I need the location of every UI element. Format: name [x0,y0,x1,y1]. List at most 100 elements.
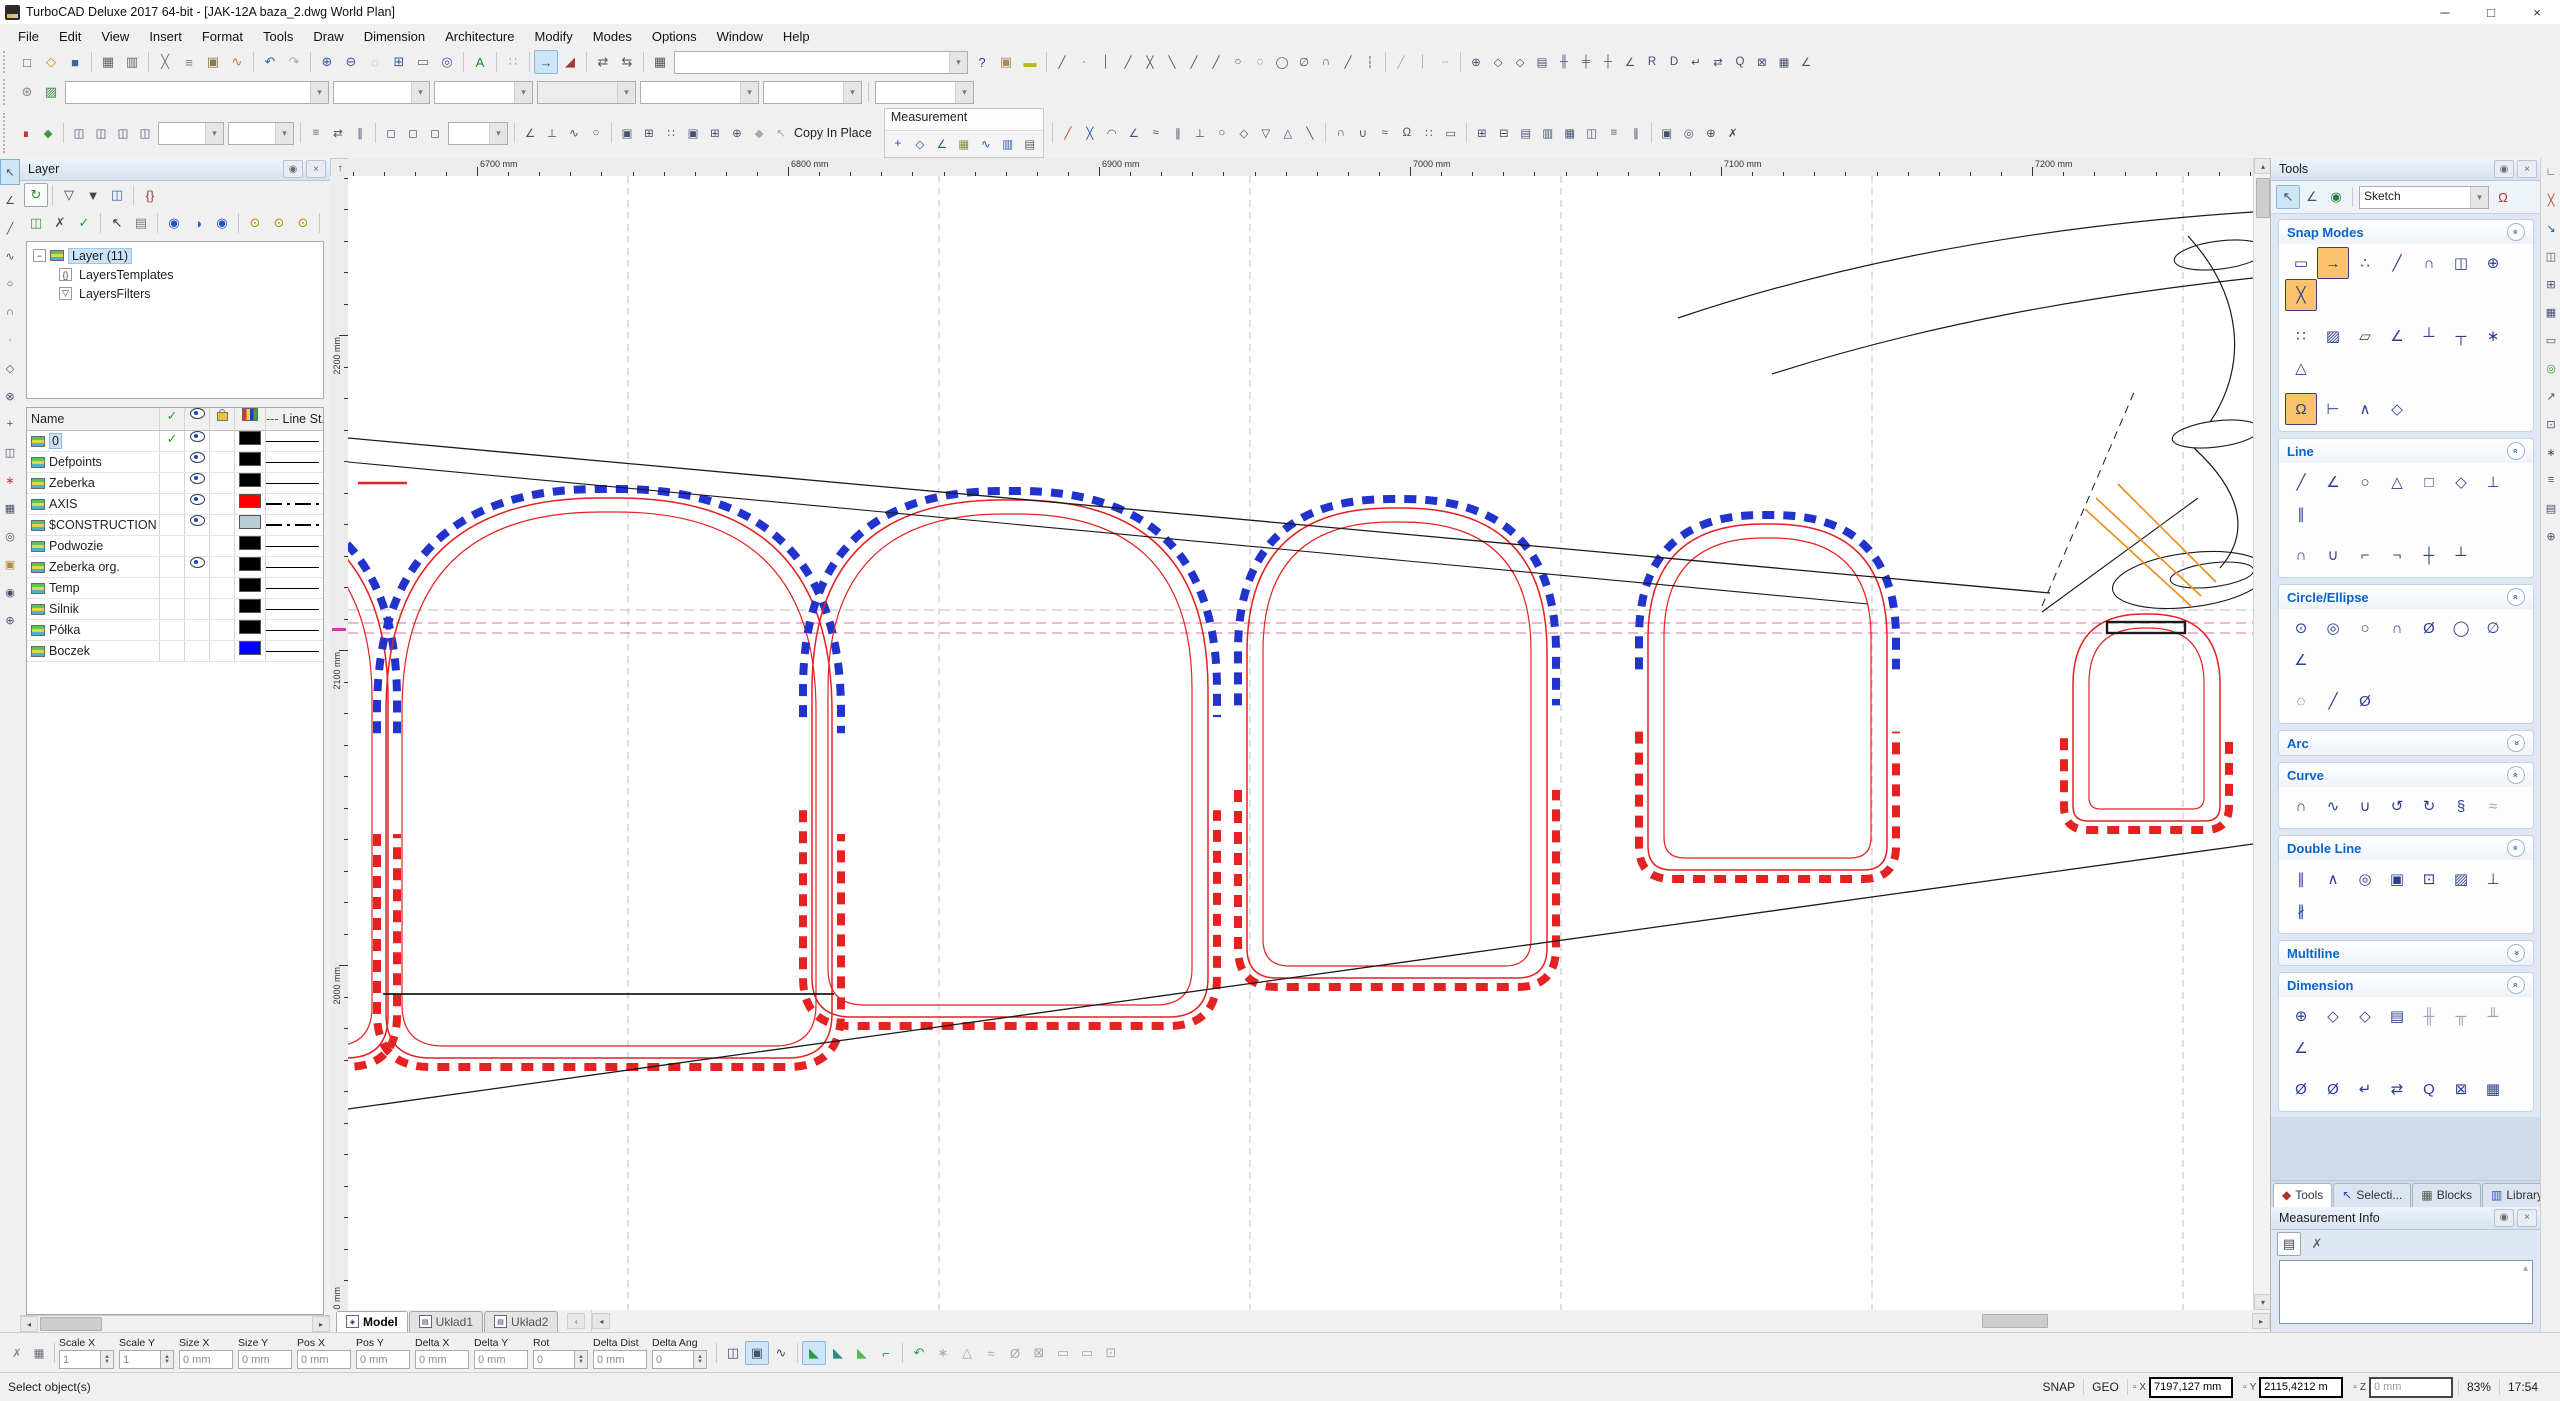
dim-radius-icon[interactable]: R [1641,51,1663,73]
layer-visible-cell[interactable] [185,494,210,514]
d8-icon[interactable]: ⊡ [1099,1341,1123,1365]
tp-select-icon[interactable]: ↖ [2276,185,2300,209]
block-2-icon[interactable]: ◫ [90,122,112,144]
zoom-dynamic-icon[interactable]: ◌ [363,50,387,74]
layer-linestyle-cell[interactable] [266,650,323,652]
scroll-thumb[interactable] [40,1317,102,1331]
dim-datum-icon[interactable]: ▤ [2381,1000,2413,1032]
layer-active-cell[interactable] [160,641,185,661]
edit-perp-icon[interactable]: ⊥ [541,122,563,144]
curve-cloud-icon[interactable]: § [2445,790,2477,822]
layer-name-cell[interactable]: Temp [27,578,160,598]
section-header[interactable]: Line « [2279,439,2533,463]
list-r-icon[interactable]: ≡ [2541,467,2560,493]
line-parallel-icon[interactable]: ∥ [2285,498,2317,530]
combo-box[interactable]: ▾ [763,80,862,104]
pick-arrow-icon[interactable]: ↘ [2541,215,2560,241]
layer-name-cell[interactable]: Zeberka [27,473,160,493]
explode-tool-icon[interactable]: ∗ [0,467,20,493]
measure-area-icon[interactable]: ▦ [953,133,975,155]
polyline-tool-icon[interactable]: ∿ [0,243,20,269]
section-header[interactable]: Curve « [2279,763,2533,787]
layer-color-cell[interactable] [235,599,266,619]
tolerance-tool-icon[interactable]: ⊕ [0,607,20,633]
star-r-icon[interactable]: ∗ [2541,439,2560,465]
pin-icon[interactable]: ◉ [2494,1208,2514,1227]
snap-angular-icon[interactable]: ∧ [2349,393,2381,425]
line-rot-rect-icon[interactable]: ◇ [2445,466,2477,498]
layers-stack-icon[interactable]: ◫ [105,183,129,207]
zoom-green-icon[interactable]: ◎ [2541,355,2560,381]
circle-t-icon[interactable]: ○ [1211,122,1233,144]
circle-tan-line-icon[interactable]: ∠ [2285,644,2317,676]
scroll-left-icon[interactable]: ◂ [20,1316,38,1332]
edit-circle-icon[interactable]: ○ [585,122,607,144]
circle-center-icon[interactable]: ⊙ [2285,612,2317,644]
combo-box[interactable]: Sketch ▾ [2359,185,2489,209]
zoom-window-icon[interactable]: ◎ [435,50,459,74]
canvas-hscrollbar[interactable]: ◂ ▸ [591,1310,2270,1332]
block-4-icon[interactable]: ◫ [134,122,156,144]
tri-down-icon[interactable]: ▽ [1255,122,1277,144]
array-rect-icon[interactable]: ⊞ [638,122,660,144]
layer-color-cell[interactable] [235,641,266,661]
layer-lock-cell[interactable] [210,599,235,619]
d5-icon[interactable]: ⊠ [1027,1341,1051,1365]
pin-icon[interactable]: ◉ [2494,160,2514,178]
magnet-t-icon[interactable]: Ω [1396,122,1418,144]
field-input[interactable]: 1 [119,1350,161,1369]
zoom-out-icon[interactable]: ⊖ [339,50,363,74]
pane-6-icon[interactable]: ◫ [1581,122,1603,144]
dline-circle-icon[interactable]: ◎ [2349,863,2381,895]
align-1-icon[interactable]: ≡ [305,122,327,144]
pick-gray-icon[interactable]: ↖ [770,122,792,144]
snap-seg-icon[interactable]: ╱ [1117,51,1139,73]
layer-active-cell[interactable] [160,599,185,619]
d6-icon[interactable]: ▭ [1051,1341,1075,1365]
layer-template-icon[interactable]: {} [138,183,162,207]
dim-tolerance-icon[interactable]: ⊠ [1751,51,1773,73]
group-2-icon[interactable]: ◻ [402,122,424,144]
dim-edit-icon[interactable]: ∠ [1795,51,1817,73]
chevron-down-icon[interactable]: ▾ [2470,186,2488,208]
layer-color-cell[interactable] [235,452,266,472]
dim-linear-icon[interactable]: ◇ [2317,1000,2349,1032]
layer-active-cell[interactable] [160,494,185,514]
snap-circ3-icon[interactable]: ◯ [1271,51,1293,73]
ellipse-ratio-icon[interactable]: Ø [2349,685,2381,717]
dim-smart-icon[interactable]: ⊕ [1465,51,1487,73]
arc-t2-icon[interactable]: ∪ [1352,122,1374,144]
hide-eye-icon[interactable]: ◑ [186,211,210,235]
dim-frame-icon[interactable]: ▦ [1773,51,1795,73]
assemble-tool-icon[interactable]: ◫ [0,439,20,465]
refresh-layers-icon[interactable]: ↻ [24,183,48,207]
curve-loop2-icon[interactable]: ↻ [2413,790,2445,822]
curve-spline-icon[interactable]: ∿ [2317,790,2349,822]
copy-icon[interactable]: ≡ [177,50,201,74]
layer-color-cell[interactable] [235,536,266,556]
layer-lock-cell[interactable] [210,578,235,598]
tab-układ1[interactable]: ▤ Układ1 [408,1310,484,1332]
send-mail-icon[interactable]: ▬ [1018,50,1042,74]
erase-tool-icon[interactable]: ╳ [2541,187,2560,213]
line-tan-2-icon[interactable]: ∪ [2317,539,2349,571]
snap-l1-icon[interactable]: ╱ [1183,51,1205,73]
d2-icon[interactable]: △ [955,1341,979,1365]
combo-box[interactable]: ▾ [434,80,533,104]
mod-red-icon[interactable]: ∎ [15,122,37,144]
layer-row[interactable]: 0 ✓ [27,431,323,452]
layer-visible-cell[interactable] [185,452,210,472]
line-multi-icon[interactable]: ∠ [2317,466,2349,498]
tab-scroll-left-icon[interactable]: ‹ [567,1313,586,1329]
layer-color-cell[interactable] [235,620,266,640]
mini-vert-icon[interactable]: │ [1412,51,1434,73]
line-perp-icon[interactable]: ⊥ [2477,466,2509,498]
layer-visible-cell[interactable] [185,473,210,493]
sel-handles-icon[interactable]: ◫ [721,1341,745,1365]
new-layer-icon[interactable]: ◫ [24,211,48,235]
dim-rotated-icon[interactable]: ◇ [1509,51,1531,73]
align-3-icon[interactable]: ∥ [349,122,371,144]
layer-visible-cell[interactable] [185,536,210,556]
close-icon[interactable]: × [2517,1208,2537,1227]
field-input[interactable]: 0 mm [238,1350,292,1369]
